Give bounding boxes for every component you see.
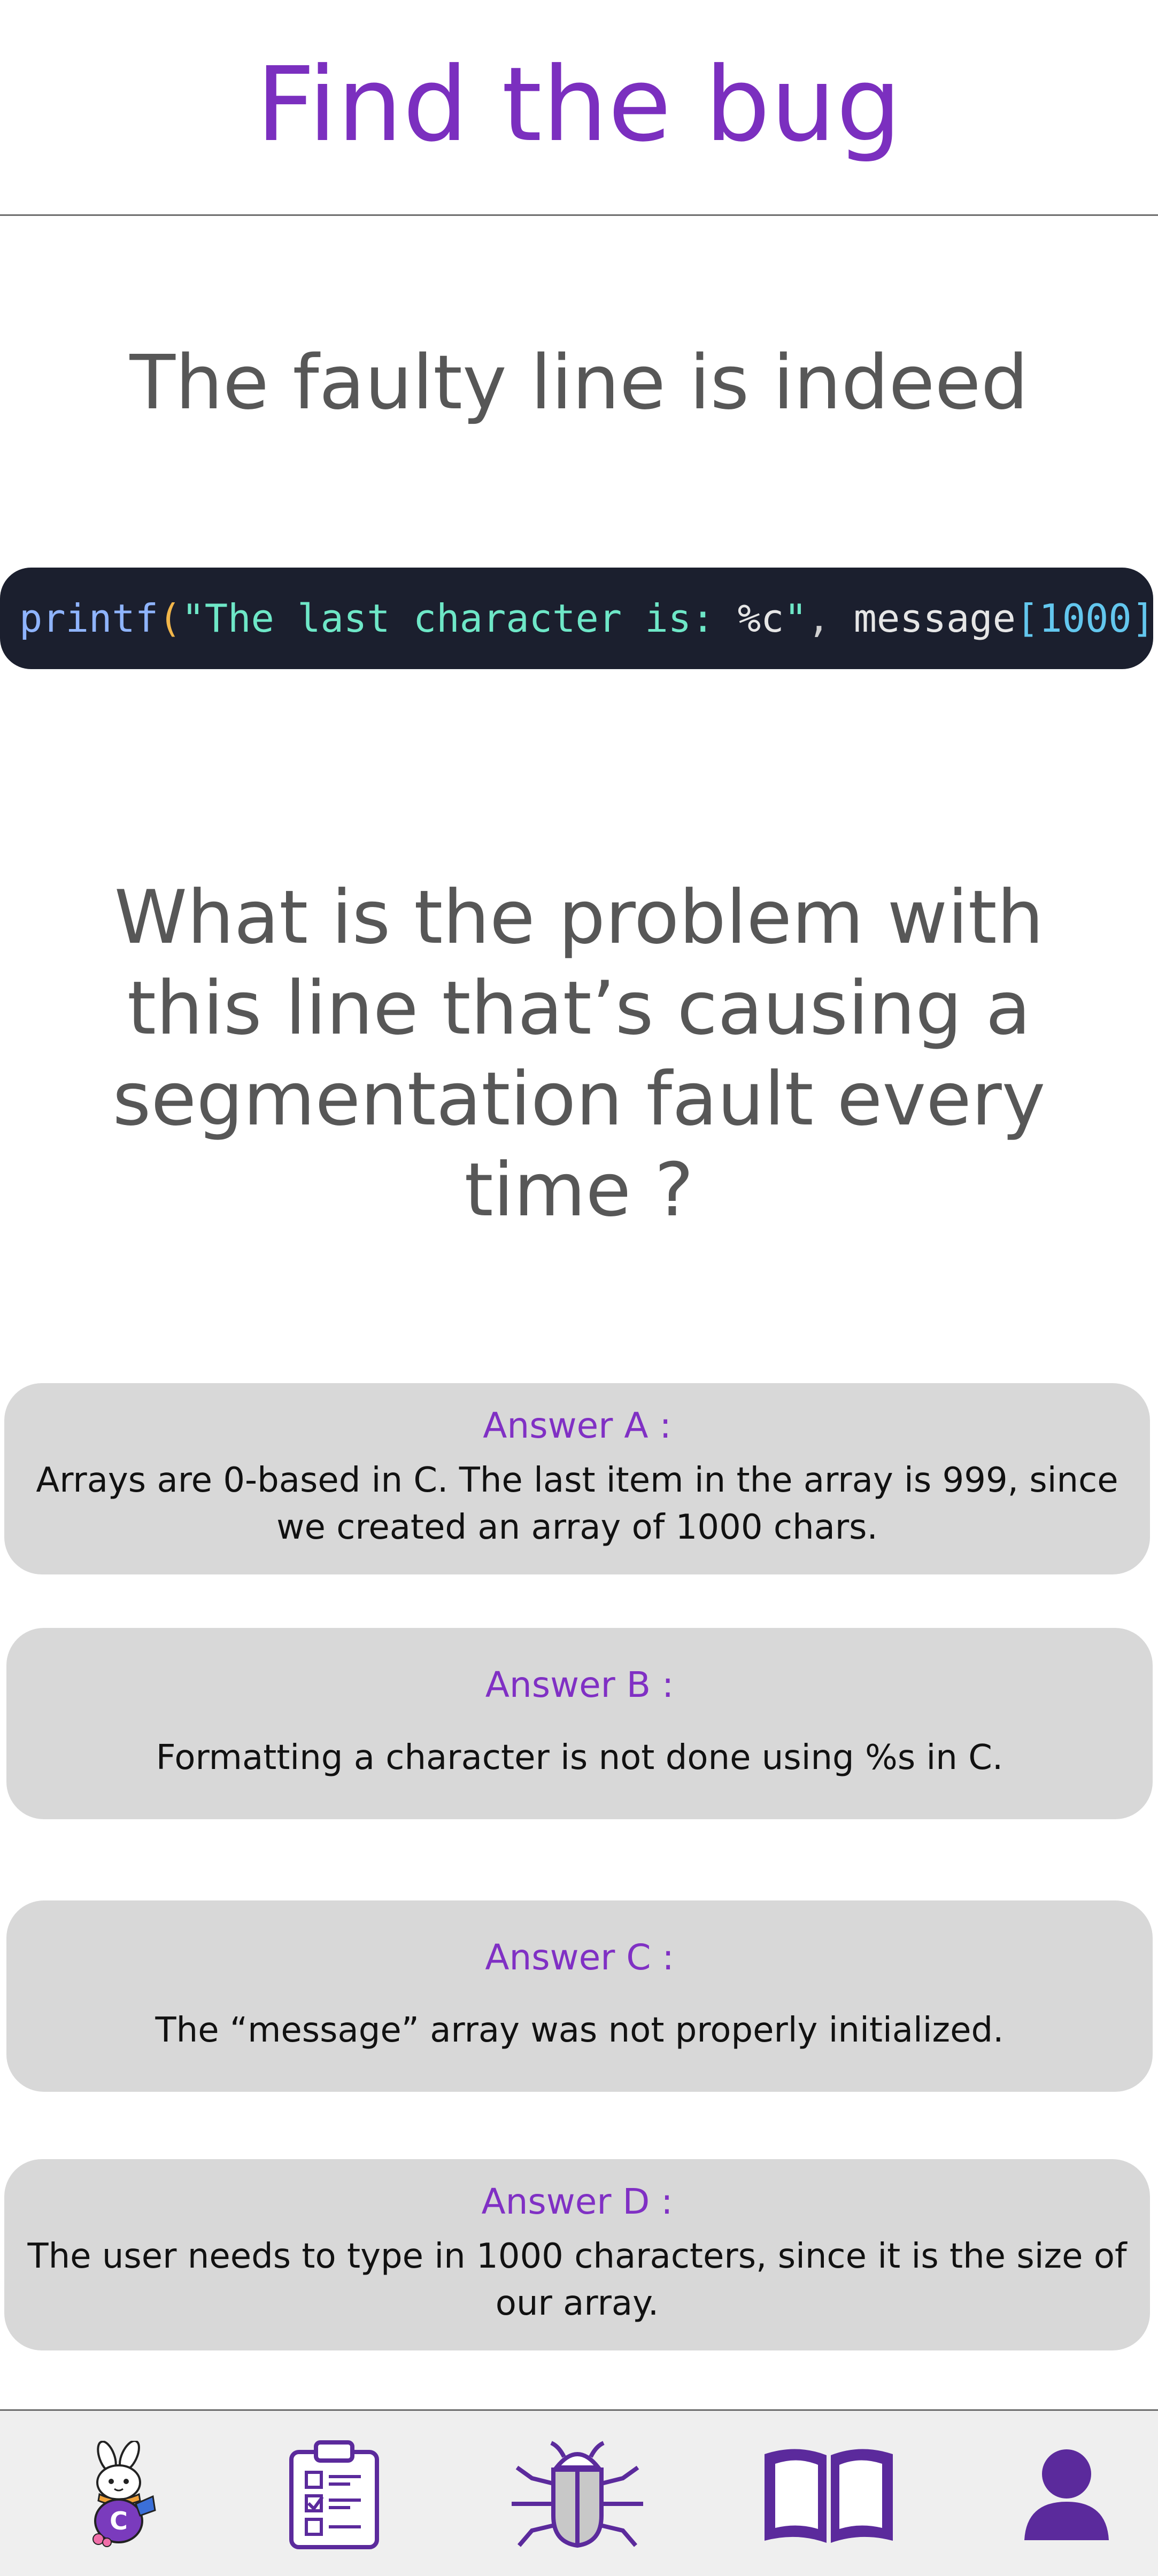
find-the-bug-screen: Find the bug The faulty line is indeed p… [0,0,1158,2576]
nav-bug-tab[interactable] [497,2411,658,2576]
answer-b-title: Answer B : [485,1664,674,1705]
bug-icon [512,2441,643,2548]
code-snippet: printf("The last character is: %c ", mess… [0,568,1153,669]
nav-quiz-tab[interactable] [278,2411,390,2576]
faulty-line-heading: The faulty line is indeed [129,339,1029,426]
question-text: What is the problem with this line that’… [112,874,1046,1233]
bottom-navigation: C [0,2409,1158,2576]
answer-d-button[interactable]: Answer D : The user needs to type in 100… [4,2159,1150,2350]
page-title: Find the bug [256,45,902,165]
code-comma: , [807,596,854,641]
app-header: Find the bug [0,0,1158,216]
answer-c-text: The “message” array was not properly ini… [155,2011,1004,2051]
code-variable: message [853,596,1016,641]
code-close-bracket: ] [1131,596,1153,641]
code-format-spec: %c [737,596,784,641]
nav-profile-tab[interactable] [1010,2411,1123,2576]
code-string-close: " [784,596,807,641]
answer-c-button[interactable]: Answer C : The “message” array was not p… [6,1900,1153,2092]
answer-a-text: Arrays are 0-based in C. The last item i… [36,1461,1118,1548]
code-function-name: printf [19,596,159,641]
code-index: 1000 [1039,596,1132,641]
answer-b-text: Formatting a character is not done using… [156,1738,1003,1778]
code-open-bracket: [ [1016,596,1039,641]
user-icon [1024,2449,1109,2540]
nav-home-tab[interactable]: C [64,2411,176,2576]
code-open-paren: ( [158,596,182,641]
svg-text:C: C [110,2507,128,2535]
clipboard-checklist-icon [289,2440,379,2549]
book-icon [765,2449,893,2543]
answer-d-text: The user needs to type in 1000 character… [27,2237,1127,2324]
nav-book-tab[interactable] [748,2411,909,2576]
answer-c-title: Answer C : [485,1936,674,1978]
code-string-literal: "The last character is: [181,596,738,641]
answer-d-title: Answer D : [481,2181,673,2222]
answer-b-button[interactable]: Answer B : Formatting a character is not… [6,1628,1153,1819]
answer-a-button[interactable]: Answer A : Arrays are 0-based in C. The … [4,1383,1150,1574]
mascot-icon: C [92,2441,156,2547]
answer-a-title: Answer A : [483,1405,671,1446]
